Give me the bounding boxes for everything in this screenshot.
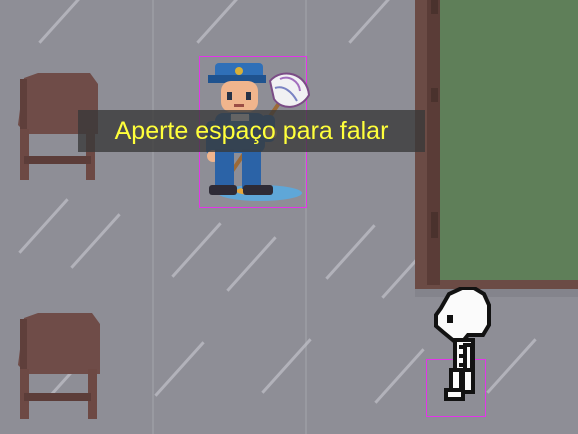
floor-reflection (486, 338, 537, 394)
floor-reflection (226, 236, 277, 292)
wooden-chair (18, 313, 100, 419)
floor-reflection (325, 224, 376, 280)
board-tab (431, 0, 438, 14)
green-chalkboard (440, 0, 578, 280)
interaction-prompt: Aperte espaço para falar (78, 110, 425, 152)
chalkboard-shadow (427, 0, 440, 285)
floor-reflection (18, 198, 69, 254)
floor-reflection (38, 0, 89, 44)
floor-tile-seam (152, 0, 154, 434)
floor-reflection (154, 341, 205, 397)
floor-reflection (196, 0, 247, 44)
floor-reflection (171, 222, 222, 278)
floor-reflection (348, 0, 399, 44)
floor-reflection (374, 348, 425, 404)
floor-reflection (70, 213, 121, 269)
skeleton-player[interactable] (431, 287, 492, 407)
board-tab (431, 88, 438, 102)
board-tab (431, 212, 438, 238)
